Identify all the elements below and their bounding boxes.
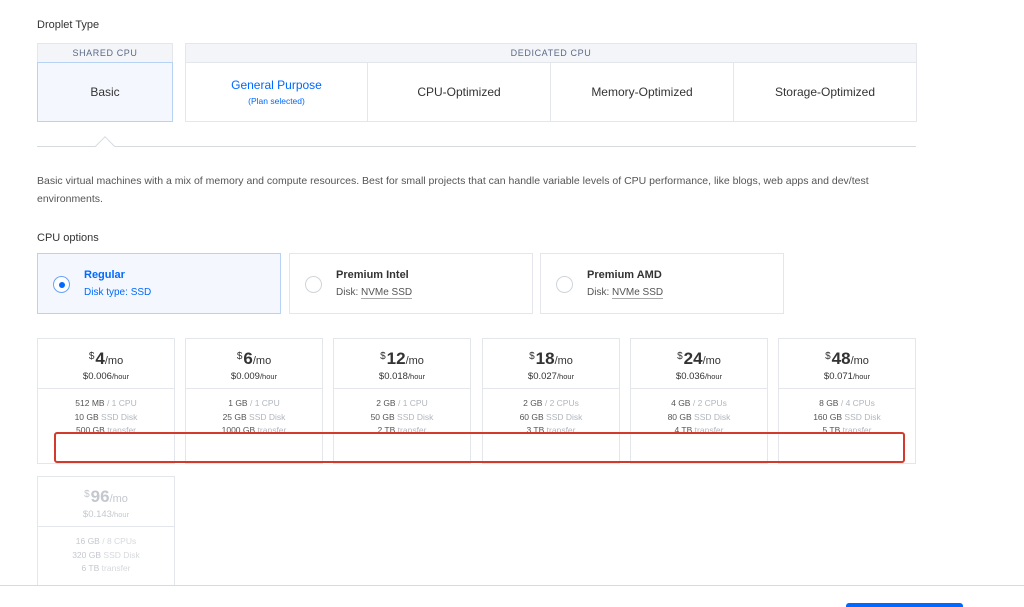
plan-hourly: $0.143/hour [82,509,130,520]
dedicated-cpu-header: DEDICATED CPU [185,43,917,62]
plan-price: $18/mo [529,349,573,368]
cpu-option-premium-amd[interactable]: Premium AMD Disk: NVMe SSD [540,253,784,314]
cpu-option-name: Premium Intel [336,269,409,281]
plan-price: $24/mo [677,349,721,368]
plan-hourly: $0.018/hour [378,371,426,382]
memory-optimized-label: Memory-Optimized [591,85,693,99]
cpu-option-disk: Disk: NVMe SSD [587,287,664,299]
radio-unchecked-icon[interactable] [556,276,573,293]
cpu-option-name: Premium AMD [587,269,662,281]
plan-specs: 2 GB / 2 CPUs 60 GB SSD Disk 3 TB transf… [519,398,583,435]
droplet-type-title: Droplet Type [37,19,100,31]
cpu-option-name: Regular [84,269,125,281]
selection-pointer [95,136,115,156]
transfer-highlight-box [54,432,905,463]
plan-price: $4/mo [88,349,124,368]
plan-card-96[interactable]: $96/mo $0.143/hour 16 GB / 8 CPUs 320 GB… [37,476,175,586]
plan-hourly: $0.027/hour [527,371,575,382]
droplet-type-basic-label: Basic [90,85,120,99]
cpu-option-disk: Disk: NVMe SSD [336,287,413,299]
plan-specs: 2 GB / 1 CPU 50 GB SSD Disk 2 TB transfe… [370,398,434,435]
plan-price: $96/mo [84,487,128,506]
radio-checked-icon[interactable] [53,276,70,293]
shared-cpu-header: SHARED CPU [37,43,173,62]
storage-optimized-label: Storage-Optimized [774,85,876,99]
plan-hourly: $0.071/hour [823,371,871,382]
plan-price: $48/mo [825,349,869,368]
plan-price: $12/mo [380,349,424,368]
plan-specs: 16 GB / 8 CPUs 320 GB SSD Disk 6 TB tran… [72,536,140,573]
droplet-type-basic[interactable]: Basic [37,62,173,122]
plan-specs: 4 GB / 2 CPUs 80 GB SSD Disk 4 TB transf… [667,398,731,435]
radio-unchecked-icon[interactable] [305,276,322,293]
plan-selected-note: (Plan selected) [248,96,305,106]
plan-specs: 8 GB / 4 CPUs 160 GB SSD Disk 5 TB trans… [813,398,881,435]
droplet-type-memory-optimized[interactable]: Memory-Optimized [551,62,733,122]
general-purpose-label: General Purpose [231,78,322,92]
cpu-option-premium-intel[interactable]: Premium Intel Disk: NVMe SSD [289,253,533,314]
droplet-type-general-purpose[interactable]: General Purpose (Plan selected) [186,62,367,122]
section-divider [37,146,916,147]
droplet-type-storage-optimized[interactable]: Storage-Optimized [734,62,916,122]
cpu-option-disk: Disk type: SSD [84,287,152,298]
plan-specs: 512 MB / 1 CPU 10 GB SSD Disk 500 GB tra… [74,398,138,435]
plan-specs: 1 GB / 1 CPU 25 GB SSD Disk 1000 GB tran… [221,398,287,435]
plan-hourly: $0.036/hour [675,371,723,382]
plan-hourly: $0.006/hour [82,371,130,382]
cpu-option-regular[interactable]: Regular Disk type: SSD [37,253,281,314]
cpu-options-title: CPU options [37,232,99,244]
droplet-type-cpu-optimized[interactable]: CPU-Optimized [368,62,550,122]
footer-divider [0,585,1024,586]
primary-action-button[interactable] [846,603,963,607]
plan-price: $6/mo [236,349,272,368]
droplet-type-description: Basic virtual machines with a mix of mem… [37,175,869,205]
plan-hourly: $0.009/hour [230,371,278,382]
cpu-optimized-label: CPU-Optimized [417,85,501,99]
